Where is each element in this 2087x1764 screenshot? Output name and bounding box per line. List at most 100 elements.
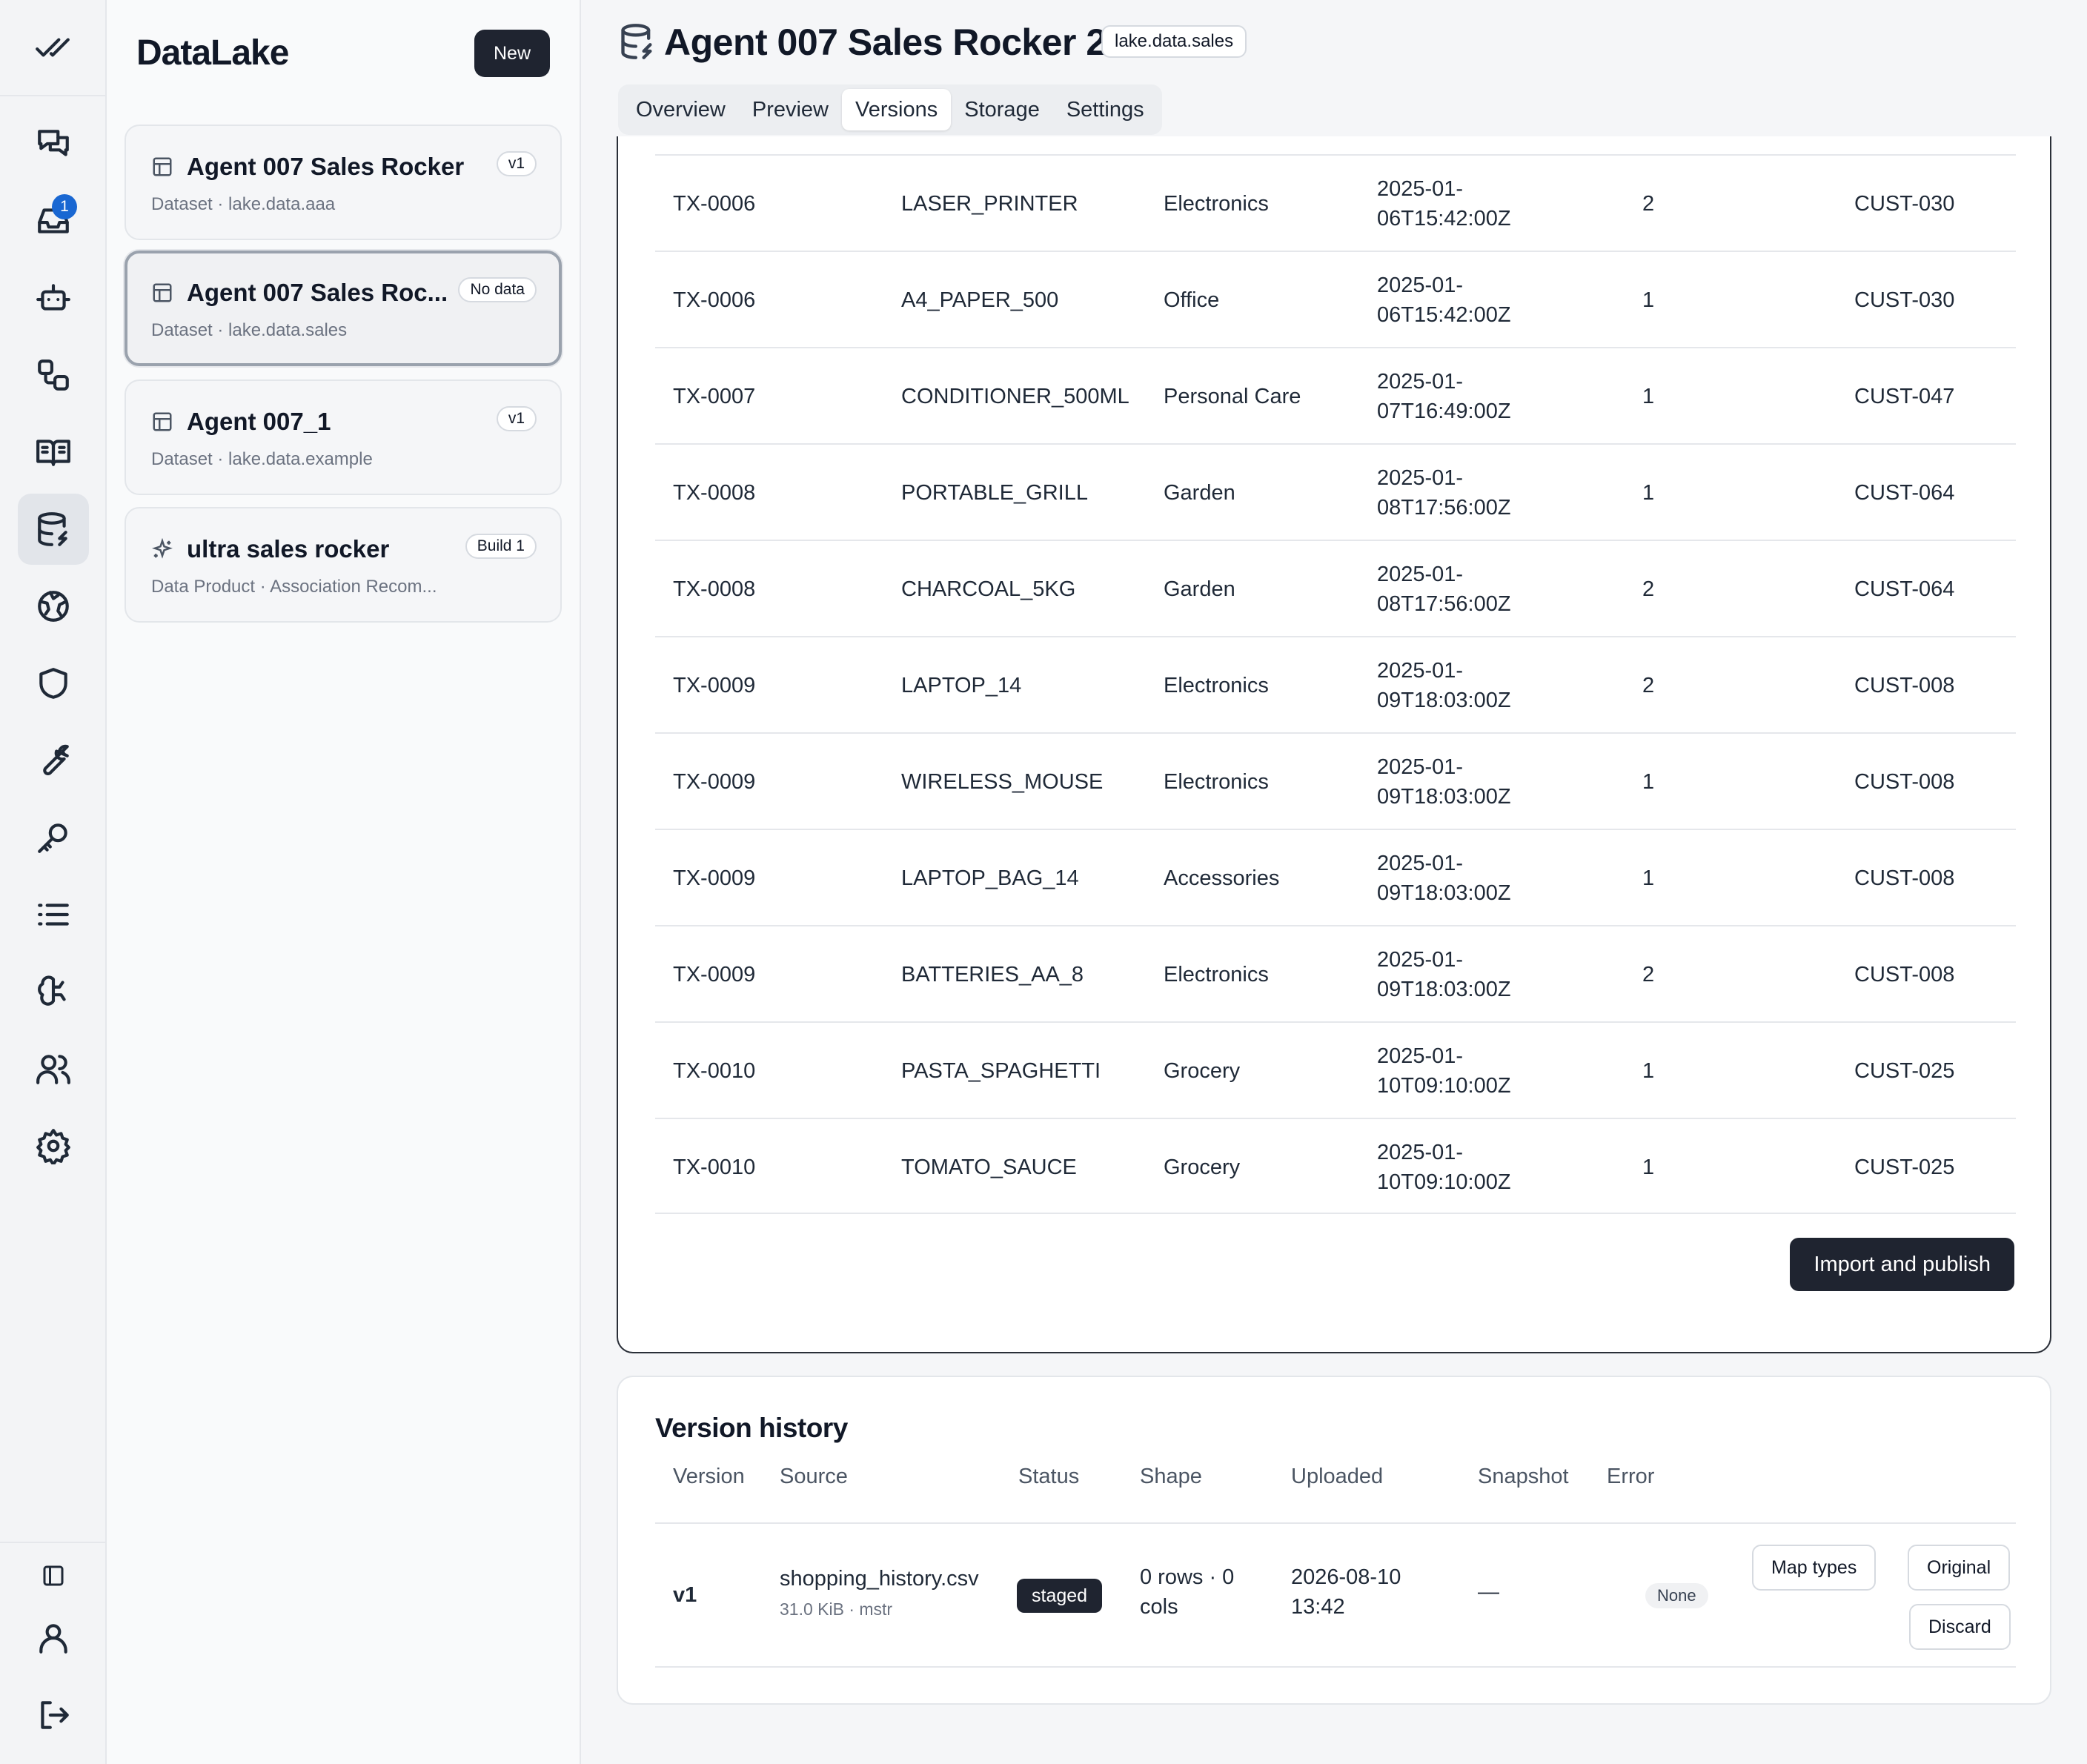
tab-preview[interactable]: Preview [739, 89, 842, 130]
quantity-cell: 1 [1642, 769, 1655, 794]
book-icon[interactable] [18, 417, 89, 488]
quantity-cell: 2 [1642, 577, 1655, 601]
app-brand: DataLake [136, 33, 289, 73]
category-cell: Grocery [1164, 1058, 1241, 1083]
product-cell: BATTERIES_AA_8 [901, 962, 1084, 987]
product-cell: PORTABLE_GRILL [901, 480, 1088, 505]
product-cell: CONDITIONER_500ML [901, 384, 1129, 408]
wrench-icon[interactable] [18, 725, 89, 796]
table-row: TX-0009 WIRELESS_MOUSE Electronics 2025-01-… [655, 732, 2016, 829]
customer-id-cell: CUST-025 [1854, 1058, 1955, 1083]
table-row: TX-0006 LASER_PRINTER Electronics 2025-01- 0… [655, 154, 2016, 251]
table-row: TX-0007 CONDITIONER_500ML Personal Care 202… [655, 347, 2016, 443]
category-cell: Electronics [1164, 191, 1269, 216]
quantity-cell: 1 [1642, 1155, 1655, 1179]
quantity-cell: 2 [1642, 191, 1655, 216]
uploaded-date: 2026-08-10 [1291, 1565, 1401, 1589]
timestamp-cell: 2025-01- 07T16:49:00Z [1377, 370, 1511, 423]
snapshot-cell: — [1478, 1580, 1499, 1604]
map-types-button[interactable]: Map types [1752, 1545, 1877, 1591]
original-button[interactable]: Original [1908, 1545, 2011, 1591]
new-button[interactable]: New [474, 30, 550, 77]
dataset-card[interactable]: Agent 007_1 Dataset · lake.data.example … [125, 379, 562, 495]
inbox-icon[interactable]: 1 [18, 185, 89, 256]
column-header-uploaded: Uploaded [1291, 1465, 1384, 1488]
database-icon[interactable] [18, 494, 89, 565]
data-product-card[interactable]: ultra sales rocker Data Product · Associ… [125, 507, 562, 623]
card-subtitle: Data Product · Association Recom... [151, 577, 437, 597]
gear-icon[interactable] [18, 1110, 89, 1181]
import-and-publish-button[interactable]: Import and publish [1790, 1238, 2014, 1291]
table-row: TX-0009 BATTERIES_AA_8 Electronics 2025-01-… [655, 925, 2016, 1021]
category-cell: Garden [1164, 577, 1235, 601]
timestamp-cell: 2025-01- 10T09:10:00Z [1377, 1141, 1511, 1194]
brain-icon[interactable] [18, 956, 89, 1027]
customer-id-cell: CUST-008 [1854, 866, 1955, 890]
double-check-icon[interactable] [34, 29, 71, 66]
namespace-badge: lake.data.sales [1101, 25, 1247, 58]
users-icon[interactable] [18, 1033, 89, 1104]
sidebar-toggle-icon[interactable] [18, 1540, 89, 1611]
table-row: TX-0006 A4_PAPER_500 Office 2025-01- 06T15:4… [655, 251, 2016, 347]
globe-icon[interactable] [18, 571, 89, 642]
quantity-cell: 1 [1642, 1058, 1655, 1083]
version-cell: v1 [673, 1583, 697, 1607]
chat-icon[interactable] [18, 108, 89, 179]
product-cell: LASER_PRINTER [901, 191, 1078, 216]
category-cell: Electronics [1164, 673, 1269, 697]
tab-overview[interactable]: Overview [623, 89, 739, 130]
product-cell: A4_PAPER_500 [901, 288, 1059, 312]
user-icon[interactable] [18, 1602, 89, 1674]
tab-storage[interactable]: Storage [951, 89, 1053, 130]
customer-id-cell: CUST-030 [1854, 288, 1955, 312]
timestamp-cell: 2025-01- 08T17:56:00Z [1377, 563, 1511, 616]
product-cell: WIRELESS_MOUSE [901, 769, 1104, 794]
customer-id-cell: CUST-025 [1854, 1155, 1955, 1179]
icon-rail: 1 [0, 0, 107, 1764]
product-cell: CHARCOAL_5KG [901, 577, 1076, 601]
logout-icon[interactable] [18, 1680, 89, 1751]
source-filename: shopping_history.csv [780, 1567, 979, 1591]
card-subtitle: Dataset · lake.data.sales [151, 320, 348, 340]
product-cell: LAPTOP_BAG_14 [901, 866, 1079, 890]
transaction-id-cell: TX-0009 [673, 866, 756, 890]
source-meta: 31.0 KiB · mstr [780, 1599, 893, 1619]
dataset-card-selected[interactable]: Agent 007 Sales Roc... Dataset · lake.da… [125, 251, 562, 366]
transaction-id-cell: TX-0008 [673, 480, 756, 505]
category-cell: Electronics [1164, 962, 1269, 987]
database-icon [618, 22, 657, 61]
quantity-cell: 1 [1642, 288, 1655, 312]
timestamp-cell: 2025-01- 09T18:03:00Z [1377, 948, 1511, 1001]
quantity-cell: 1 [1642, 480, 1655, 505]
transaction-id-cell: TX-0007 [673, 384, 756, 408]
column-header-version: Version [673, 1465, 745, 1488]
card-badge: v1 [496, 151, 537, 176]
timestamp-cell: 2025-01- 09T18:03:00Z [1377, 659, 1511, 712]
table-row: TX-0010 TOMATO_SAUCE Grocery 2025-01- 10T09:… [655, 1118, 2016, 1214]
category-cell: Accessories [1164, 866, 1280, 890]
column-header-status: Status [1018, 1465, 1080, 1488]
robot-icon[interactable] [18, 262, 89, 334]
table-row: TX-0008 PORTABLE_GRILL Garden 2025-01- 08T17… [655, 443, 2016, 540]
column-header-snapshot: Snapshot [1478, 1465, 1569, 1488]
category-cell: Garden [1164, 480, 1235, 505]
discard-button[interactable]: Discard [1909, 1604, 2011, 1650]
list-icon[interactable] [18, 879, 89, 950]
table-row: TX-0009 LAPTOP_BAG_14 Accessories 2025-01- 0… [655, 829, 2016, 925]
workflow-icon[interactable] [18, 339, 89, 411]
tab-versions[interactable]: Versions [842, 89, 952, 130]
transaction-id-cell: TX-0008 [673, 577, 756, 601]
inbox-count-badge: 1 [52, 194, 77, 219]
transaction-id-cell: TX-0009 [673, 673, 756, 697]
category-cell: Office [1164, 288, 1220, 312]
table-row: TX-0010 PASTA_SPAGHETTI Grocery 2025-01- 10T… [655, 1021, 2016, 1118]
shield-icon[interactable] [18, 648, 89, 719]
card-subtitle: Dataset · lake.data.example [151, 449, 373, 469]
timestamp-cell: 2025-01- 09T18:03:00Z [1377, 755, 1511, 809]
dataset-card[interactable]: Agent 007 Sales Rocker Dataset · lake.da… [125, 125, 562, 240]
row-divider [655, 1666, 2016, 1668]
customer-id-cell: CUST-064 [1854, 577, 1955, 601]
tab-settings[interactable]: Settings [1053, 89, 1158, 130]
error-badge: None [1645, 1583, 1708, 1608]
key-icon[interactable] [18, 802, 89, 873]
